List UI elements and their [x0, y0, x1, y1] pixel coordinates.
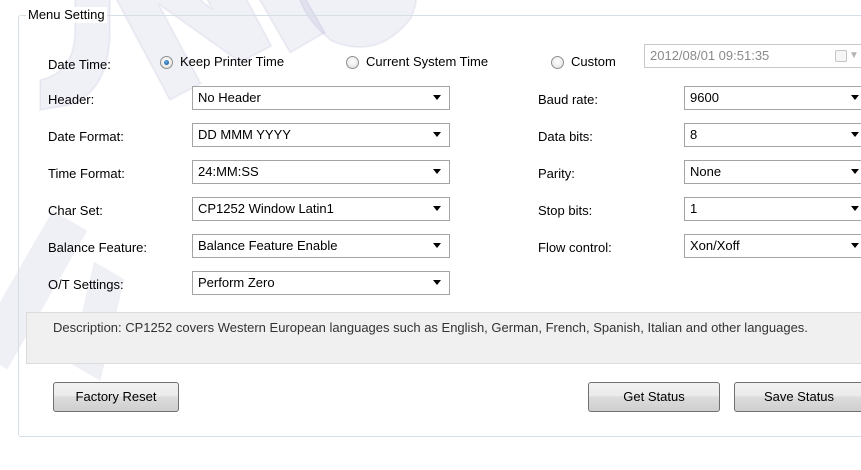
data-bits-select[interactable]: 8: [684, 123, 861, 147]
datetime-value: 2012/08/01 09:51:35: [650, 48, 770, 63]
ot-settings-select[interactable]: Perform Zero: [192, 271, 450, 295]
select-value: Balance Feature Enable: [198, 238, 338, 253]
date-format-label: Date Format:: [48, 129, 124, 144]
parity-label: Parity:: [538, 166, 575, 181]
radio-current-system-time[interactable]: Current System Time: [346, 54, 488, 70]
select-value: 24:MM:SS: [198, 164, 259, 179]
flow-control-select[interactable]: Xon/Xoff: [684, 234, 861, 258]
radio-label: Keep Printer Time: [180, 54, 285, 69]
select-value: None: [690, 164, 722, 179]
dropdown-arrow-icon: [433, 169, 441, 174]
dropdown-arrow-icon: [433, 280, 441, 285]
balance-feature-select[interactable]: Balance Feature Enable: [192, 234, 450, 258]
radio-label: Custom: [571, 54, 616, 69]
baud-rate-select[interactable]: 9600: [684, 86, 861, 110]
date-time-label: Date Time:: [48, 57, 111, 72]
select-value: Xon/Xoff: [690, 238, 740, 253]
flow-control-label: Flow control:: [538, 240, 612, 255]
description-panel: Description: CP1252 covers Western Europ…: [26, 312, 861, 364]
dropdown-arrow-icon: [433, 243, 441, 248]
balance-feature-label: Balance Feature:: [48, 240, 148, 255]
dropdown-arrow-icon: [851, 95, 859, 100]
ot-settings-label: O/T Settings:: [48, 277, 124, 292]
dropdown-arrow-icon: [433, 95, 441, 100]
header-label: Header:: [48, 92, 95, 107]
calendar-checkbox-icon[interactable]: [835, 50, 847, 62]
radio-keep-printer-time[interactable]: Keep Printer Time: [160, 54, 284, 70]
select-value: 8: [690, 127, 698, 142]
custom-datetime-picker[interactable]: 2012/08/01 09:51:35 ▼: [644, 44, 861, 68]
radio-checked-icon: [160, 55, 173, 69]
dropdown-arrow-icon: [851, 169, 859, 174]
select-value: No Header: [198, 90, 261, 105]
char-set-label: Char Set:: [48, 203, 103, 218]
chevron-down-icon[interactable]: ▼: [849, 48, 859, 64]
select-value: CP1252 Window Latin1: [198, 201, 334, 216]
dropdown-arrow-icon: [851, 206, 859, 211]
radio-label: Current System Time: [366, 54, 489, 69]
time-format-select[interactable]: 24:MM:SS: [192, 160, 450, 184]
radio-unchecked-icon: [346, 55, 359, 69]
dropdown-arrow-icon: [851, 132, 859, 137]
stop-bits-label: Stop bits:: [538, 203, 593, 218]
dropdown-arrow-icon: [433, 206, 441, 211]
select-value: Perform Zero: [198, 275, 275, 290]
radio-custom[interactable]: Custom: [551, 54, 616, 70]
select-value: 1: [690, 201, 698, 216]
menu-setting-group: [18, 15, 861, 437]
time-format-label: Time Format:: [48, 166, 125, 181]
stop-bits-select[interactable]: 1: [684, 197, 861, 221]
dropdown-arrow-icon: [851, 243, 859, 248]
select-value: 9600: [690, 90, 719, 105]
dropdown-arrow-icon: [433, 132, 441, 137]
radio-unchecked-icon: [551, 55, 564, 69]
baud-rate-label: Baud rate:: [538, 92, 598, 107]
char-set-select[interactable]: CP1252 Window Latin1: [192, 197, 450, 221]
select-value: DD MMM YYYY: [198, 127, 291, 142]
data-bits-label: Data bits:: [538, 129, 593, 144]
group-title: Menu Setting: [26, 7, 107, 23]
header-select[interactable]: No Header: [192, 86, 450, 110]
date-format-select[interactable]: DD MMM YYYY: [192, 123, 450, 147]
parity-select[interactable]: None: [684, 160, 861, 184]
description-text: Description: CP1252 covers Western Europ…: [53, 320, 808, 335]
